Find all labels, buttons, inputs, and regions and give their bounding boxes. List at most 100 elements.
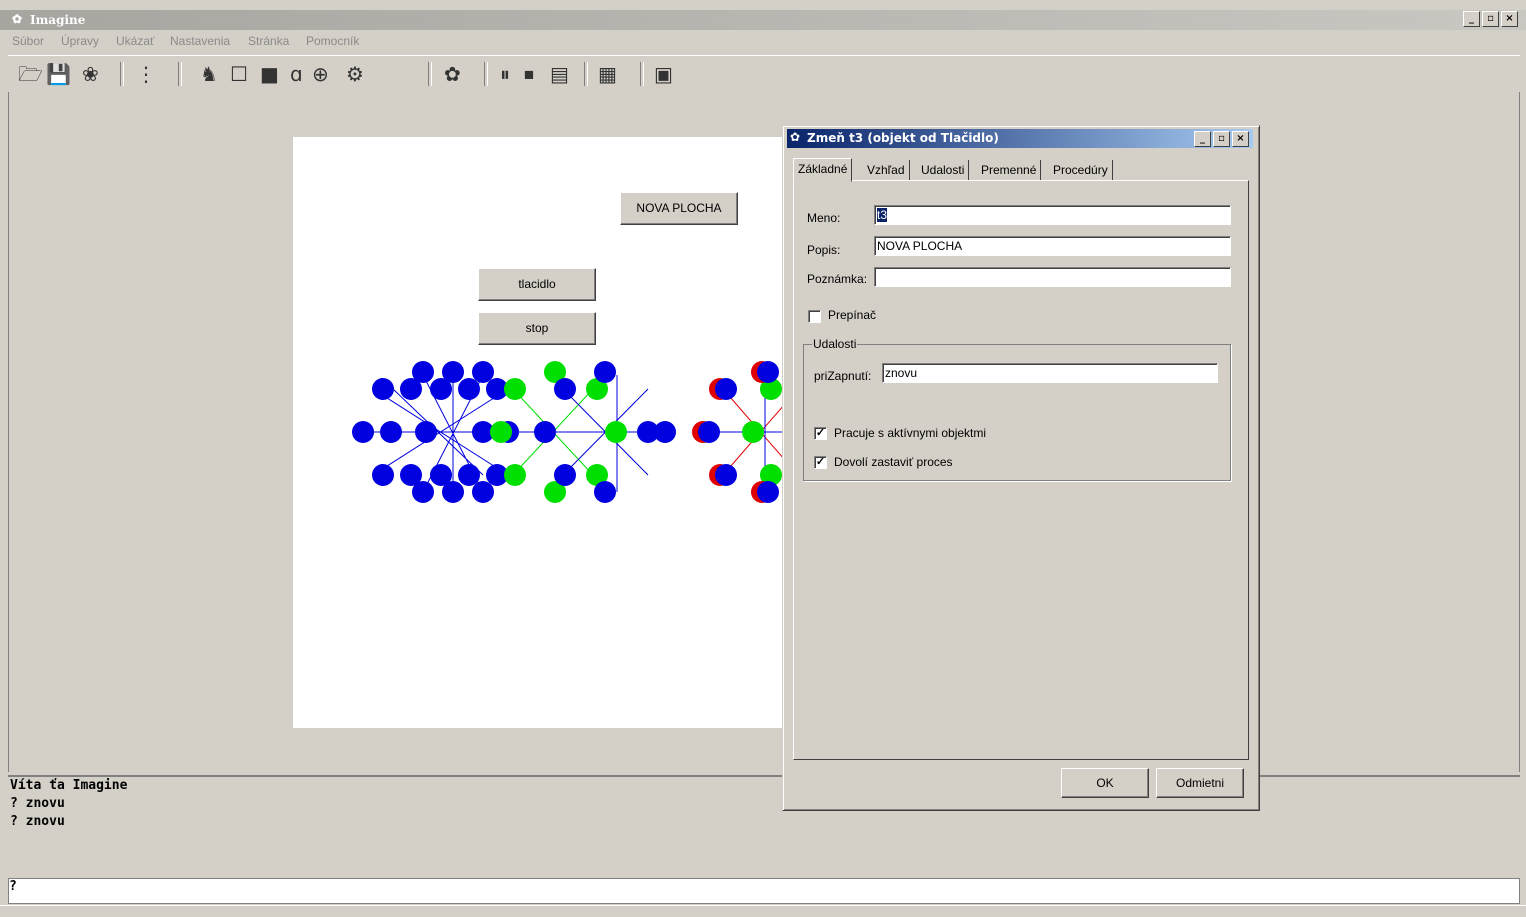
maximize-button[interactable]: ▫ (1482, 11, 1499, 27)
turtle-dot[interactable] (472, 481, 494, 503)
window-controls: _ ▫ × (1463, 11, 1518, 27)
taskbar (0, 905, 1526, 917)
pracuje-label: Pracuje s aktívnymi objektmi (834, 426, 987, 440)
turtle-dot[interactable] (742, 421, 764, 443)
open-icon[interactable]: 🗁 (18, 62, 43, 86)
turtle-dot[interactable] (554, 464, 576, 486)
page-icon[interactable]: ▦ (598, 62, 617, 86)
turtle-drawing (352, 361, 783, 503)
tab-udalosti[interactable]: Udalosti (917, 160, 970, 180)
change-object-dialog: ✿ Zmeň t3 (objekt od Tlačidlo) _ ▫ × Zák… (782, 125, 1260, 811)
command-line-input[interactable]: ? (8, 878, 1520, 904)
close-button[interactable]: × (1232, 131, 1249, 147)
turtle-dot[interactable] (472, 361, 494, 383)
run-icon[interactable]: ▤ (550, 62, 569, 86)
imagine-icon: ✿ (790, 130, 801, 144)
close-button[interactable]: × (1501, 11, 1518, 27)
app-title: Imagine (30, 13, 86, 27)
turtle-icon[interactable]: ❀ (82, 62, 99, 86)
turtle-dot[interactable] (605, 421, 627, 443)
text-icon[interactable]: ɑ (290, 62, 303, 86)
prepinac-label: Prepínač (828, 308, 877, 322)
popis-field[interactable]: NOVA PLOCHA (874, 236, 1231, 256)
tab-zakladne[interactable]: Základné (793, 158, 853, 182)
stop-icon[interactable]: ⏹ (524, 62, 534, 86)
command-prompt: ? (9, 879, 17, 894)
save-icon[interactable]: 💾 (46, 62, 71, 86)
turtle-dot[interactable] (458, 464, 480, 486)
popis-label: Popis: (807, 243, 841, 257)
turtle-dot[interactable] (594, 481, 616, 503)
menu-nastavenia[interactable]: Nastavenia (170, 34, 230, 48)
minimize-button[interactable]: _ (1194, 131, 1211, 147)
turtle-dot[interactable] (352, 421, 374, 443)
prepinac-checkbox[interactable] (808, 310, 821, 323)
console-output: Víta ťa Imagine ? znovu ? znovu (8, 775, 1520, 875)
console-line: ? znovu (10, 796, 65, 811)
turtle-new-icon[interactable]: ♞ (200, 62, 218, 86)
console-line: ? znovu (10, 814, 65, 829)
turtle-dot[interactable] (757, 481, 779, 503)
meno-label: Meno: (807, 211, 841, 225)
turtle-dot[interactable] (412, 361, 434, 383)
turtle-dot[interactable] (715, 464, 737, 486)
poznamka-field[interactable] (874, 267, 1231, 287)
turtle-dot[interactable] (715, 378, 737, 400)
turtle-dot[interactable] (654, 421, 676, 443)
tab-premenne[interactable]: Premenné (977, 160, 1042, 180)
ok-button[interactable]: OK (1061, 768, 1149, 798)
toolbar: 🗁 💾 ❀ ⋮ ♞ ☐ ■ ɑ ⊕ ⚙ ✿ ⏸ ⏹ ▤ ▦ ▣ (8, 55, 1520, 93)
menu-ukazat[interactable]: Ukázať (116, 34, 155, 48)
prizapnuti-label: priZapnutí: (814, 369, 872, 383)
button-icon[interactable]: ☐ (230, 62, 248, 86)
pracuje-checkbox[interactable]: ✓ (814, 427, 827, 440)
dialog-window-controls: _ ▫ × (1194, 131, 1249, 147)
turtle-dot[interactable] (504, 464, 526, 486)
menu-pomocnik[interactable]: Pomocník (306, 34, 359, 48)
dialog-title: Zmeň t3 (objekt od Tlačidlo) (807, 131, 999, 145)
menu-subor[interactable]: Súbor (12, 34, 44, 48)
menu-upravy[interactable]: Úpravy (61, 34, 99, 48)
turtle-dot[interactable] (415, 421, 437, 443)
dovoli-checkbox[interactable]: ✓ (814, 456, 827, 469)
window-icon[interactable]: ▣ (654, 62, 673, 86)
slider-icon[interactable]: ⊕ (312, 62, 329, 86)
turtle-dot[interactable] (380, 421, 402, 443)
prizapnuti-field[interactable]: znovu (882, 363, 1218, 383)
tree-icon[interactable]: ⋮ (136, 62, 156, 86)
tab-procedury[interactable]: Procedúry (1049, 160, 1113, 180)
right-scrollbar[interactable] (1519, 92, 1526, 772)
udalosti-group: Udalosti priZapnutí: znovu ✓ Pracuje s a… (803, 337, 1231, 481)
udalosti-group-title: Udalosti (812, 337, 858, 351)
console-line: Víta ťa Imagine (10, 778, 128, 793)
turtle-dot[interactable] (412, 481, 434, 503)
menu-stranka[interactable]: Stránka (248, 34, 289, 48)
turtle-dot[interactable] (757, 361, 779, 383)
turtle-dot[interactable] (442, 481, 464, 503)
tab-panel-zakladne: Meno: t3 Popis: NOVA PLOCHA Poznámka: Pr… (793, 180, 1249, 760)
turtle-dot[interactable] (372, 464, 394, 486)
turtle-dot[interactable] (442, 361, 464, 383)
turtle-dot[interactable] (458, 378, 480, 400)
tool-icon[interactable]: ⚙ (346, 62, 364, 86)
panel-icon[interactable]: ■ (260, 62, 279, 86)
meno-value: t3 (877, 208, 888, 222)
turtle-dot[interactable] (698, 421, 720, 443)
turtle-dot[interactable] (372, 378, 394, 400)
imagine-icon: ✿ (12, 12, 23, 26)
meno-field[interactable]: t3 (874, 205, 1231, 225)
turtle-dot[interactable] (534, 421, 556, 443)
turtle-dot[interactable] (554, 378, 576, 400)
minimize-button[interactable]: _ (1463, 11, 1480, 27)
turtle-dot[interactable] (504, 378, 526, 400)
maximize-button[interactable]: ▫ (1213, 131, 1230, 147)
turtle-dot[interactable] (490, 421, 512, 443)
odmietni-button[interactable]: Odmietni (1156, 768, 1244, 798)
tab-vzhlad[interactable]: Vzhľad (863, 160, 910, 180)
menu-bar: Súbor Úpravy Ukázať Nastavenia Stránka P… (0, 31, 1526, 51)
turtle-dot[interactable] (594, 361, 616, 383)
pause-icon[interactable]: ⏸ (500, 62, 510, 86)
imagine-icon[interactable]: ✿ (444, 62, 461, 86)
drawing-page[interactable]: NOVA PLOCHA tlacidlo stop (293, 137, 783, 728)
dialog-titlebar: ✿ Zmeň t3 (objekt od Tlačidlo) _ ▫ × (787, 129, 1253, 148)
